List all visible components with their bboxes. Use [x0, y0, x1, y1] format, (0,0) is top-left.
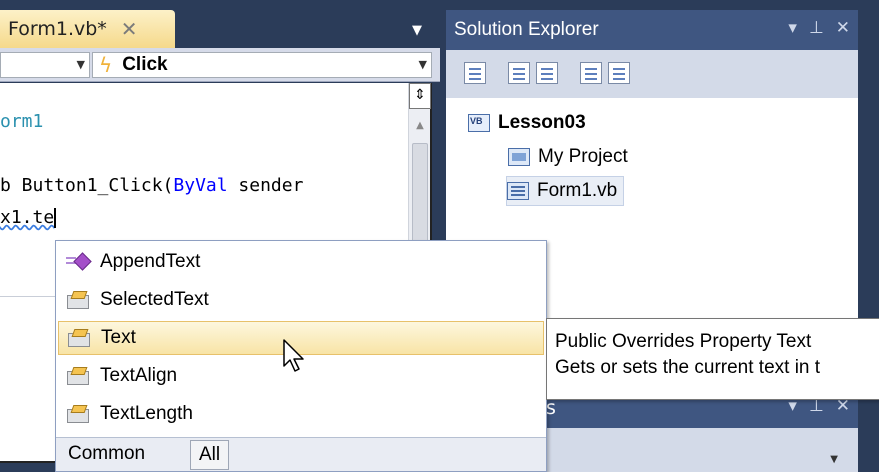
method-name-value: Click [122, 54, 168, 75]
document-tab-title: Form1.vb* [8, 18, 107, 40]
solution-explorer-toolbar [446, 50, 858, 98]
tree-item-label: Lesson03 [498, 112, 586, 133]
class-name-combo[interactable]: ▼ [0, 52, 90, 78]
completion-label: SelectedText [100, 289, 209, 310]
document-tab[interactable]: Form1.vb* ✕ [0, 10, 175, 48]
completion-label: TextAlign [100, 365, 178, 386]
tree-item-my-project[interactable]: My Project [508, 142, 628, 172]
view-code-icon[interactable] [580, 62, 602, 84]
completion-item[interactable]: AppendText [58, 245, 544, 279]
tooltip-signature: Public Overrides Property Text [555, 331, 812, 352]
method-name-combo[interactable]: ϟ Click ▼ [92, 52, 432, 78]
tree-item-label: Form1.vb [537, 180, 618, 201]
property-icon [66, 290, 90, 310]
tree-item-label: My Project [538, 146, 628, 167]
property-icon [67, 328, 91, 348]
quickinfo-tooltip: Public Overrides Property Text Gets or s… [546, 318, 879, 400]
code-line-class: orm1 [0, 111, 44, 132]
tree-item-form1[interactable]: Form1.vb [506, 176, 625, 206]
event-lightning-icon: ϟ [99, 53, 113, 77]
completion-label: Text [101, 327, 136, 348]
property-icon [66, 366, 90, 386]
show-all-files-icon[interactable] [508, 62, 530, 84]
pin-icon[interactable]: ⊥ [809, 18, 824, 38]
window-position-icon[interactable]: ▾ [788, 18, 797, 38]
chevron-down-icon: ▼ [76, 58, 85, 71]
tooltip-description: Gets or sets the current text in t [555, 357, 821, 378]
completion-item[interactable]: SelectedText [58, 283, 544, 317]
code-keyword-byval: ByVal [173, 175, 228, 196]
view-designer-icon[interactable] [608, 62, 630, 84]
code-param: sender [227, 175, 304, 196]
property-icon [66, 404, 90, 424]
solution-explorer-header: Solution Explorer ▾ ⊥ ✕ [446, 10, 858, 50]
mouse-pointer-icon [283, 339, 304, 372]
properties-toolbar-icon[interactable] [464, 62, 486, 84]
completion-filter-bar: Common All [56, 437, 546, 471]
tab-common[interactable]: Common [60, 440, 153, 470]
method-icon [66, 252, 90, 272]
code-current-text: x1.te [0, 207, 55, 228]
split-window-icon[interactable]: ⇕ [409, 83, 431, 109]
form-icon [507, 182, 529, 200]
my-project-icon [508, 148, 530, 166]
code-line-sub: b Button1_Click(ByVal sender [0, 175, 303, 196]
close-icon[interactable]: ✕ [836, 18, 850, 38]
close-tab-icon[interactable]: ✕ [121, 17, 138, 41]
completion-label: AppendText [100, 251, 201, 272]
navigation-bar: ▼ ϟ Click ▼ [0, 48, 440, 82]
vb-project-icon [468, 114, 490, 132]
solution-explorer-title: Solution Explorer [454, 19, 599, 40]
chevron-down-icon[interactable]: ▼ [830, 454, 838, 465]
tab-dropdown-icon[interactable]: ▼ [402, 18, 432, 44]
text-caret [54, 208, 57, 228]
chevron-down-icon: ▼ [418, 58, 427, 71]
code-line-current: x1.te [0, 207, 57, 228]
code-sub-name: b Button1_Click( [0, 175, 174, 196]
refresh-icon[interactable] [536, 62, 558, 84]
tree-item-lesson03[interactable]: Lesson03 [468, 108, 586, 138]
completion-label: TextLength [100, 403, 193, 424]
scroll-up-icon[interactable]: ▲ [409, 113, 431, 139]
properties-title: s [546, 397, 556, 419]
completion-item[interactable]: TextLength [58, 397, 544, 431]
tab-all[interactable]: All [190, 440, 230, 470]
